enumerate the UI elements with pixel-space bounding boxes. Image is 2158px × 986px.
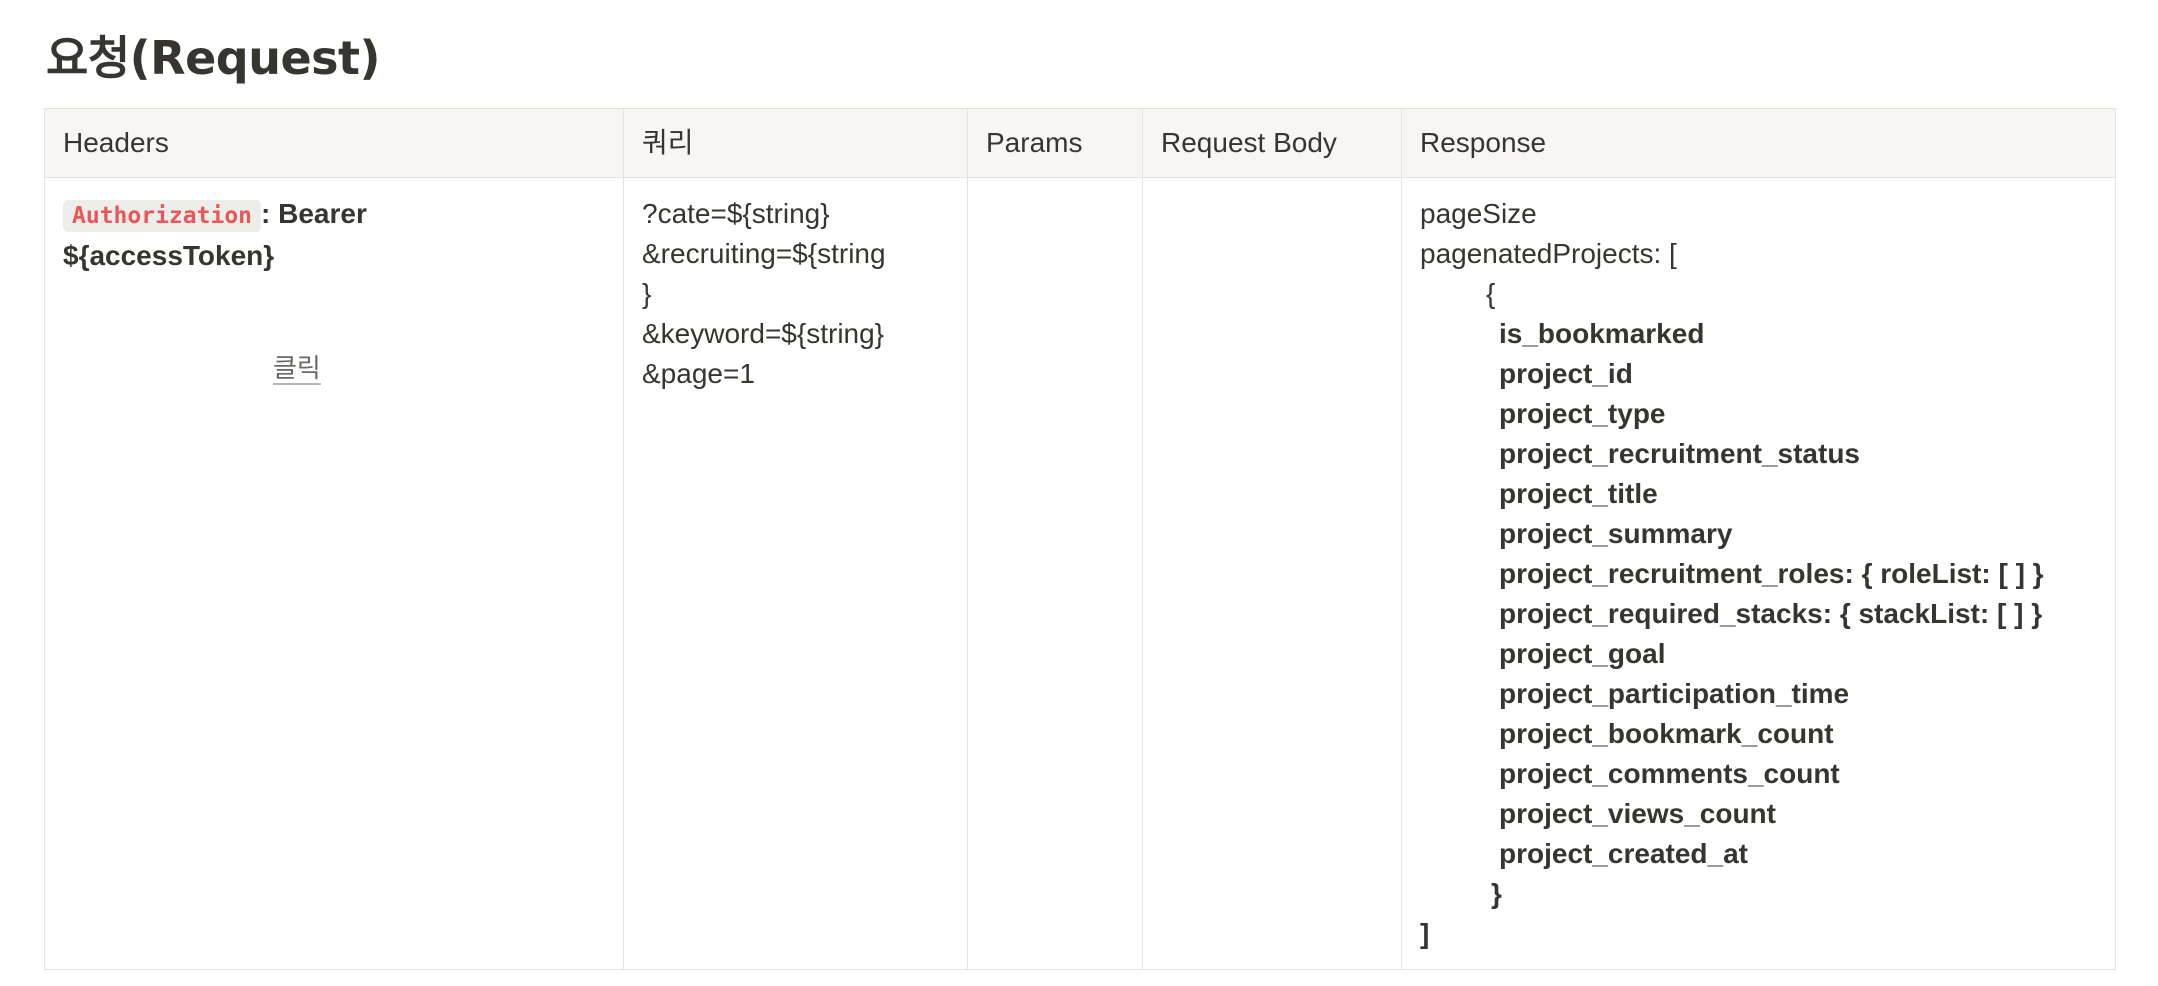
response-field: project_bookmark_count — [1499, 718, 1834, 749]
response-field: project_type — [1499, 398, 1666, 429]
auth-value-line1: : Bearer — [261, 198, 367, 229]
authorization-code: Authorization — [63, 200, 262, 232]
table-header-row: Headers 쿼리 Params Request Body Response — [44, 108, 2116, 178]
response-field: project_comments_count — [1499, 758, 1840, 789]
page-title: 요청(Request) — [46, 31, 381, 85]
query-cell: ?cate=${string} &recruiting=${string } &… — [623, 177, 968, 970]
column-header-params: Params — [967, 108, 1143, 178]
column-header-request-body: Request Body — [1142, 108, 1402, 178]
auth-value-line2: ${accessToken} — [63, 240, 275, 271]
response-field: project_recruitment_roles: { roleList: [… — [1499, 558, 2044, 589]
response-field: project_views_count — [1499, 798, 1776, 829]
response-field: project_participation_time — [1499, 678, 1850, 709]
query-line: &keyword=${string} — [642, 318, 885, 349]
column-header-headers: Headers — [44, 108, 624, 178]
column-header-query: 쿼리 — [623, 108, 968, 178]
click-link[interactable]: 클릭 — [273, 348, 325, 388]
response-field: project_goal — [1499, 638, 1666, 669]
response-field: project_recruitment_status — [1499, 438, 1861, 469]
query-line: &page=1 — [642, 358, 755, 389]
request-body-cell — [1142, 177, 1402, 970]
table-row: Authorization: Bearer ${accessToken} 클릭 … — [44, 177, 2116, 970]
response-field: project_title — [1499, 478, 1658, 509]
headers-cell: Authorization: Bearer ${accessToken} 클릭 — [44, 177, 624, 970]
response-field: is_bookmarked — [1499, 318, 1705, 349]
params-cell — [967, 177, 1143, 970]
query-line: ?cate=${string} — [642, 198, 830, 229]
response-paginated-open: pagenatedProjects: [ — [1420, 238, 1677, 269]
query-line: } — [642, 278, 652, 309]
column-header-response: Response — [1401, 108, 2116, 178]
request-table: Headers 쿼리 Params Request Body Response … — [44, 108, 2116, 970]
response-field: project_created_at — [1499, 838, 1749, 869]
response-array-close: ] — [1420, 918, 1430, 949]
response-object-close: } — [1491, 878, 1502, 909]
response-cell: pageSize pagenatedProjects: [ { is_bookm… — [1401, 177, 2116, 970]
response-object-open: { — [1486, 278, 1496, 309]
response-page-size: pageSize — [1420, 198, 1537, 229]
response-field: project_required_stacks: { stackList: [ … — [1499, 598, 2043, 629]
response-field: project_summary — [1499, 518, 1733, 549]
query-line: &recruiting=${string — [642, 238, 886, 269]
response-field: project_id — [1499, 358, 1633, 389]
